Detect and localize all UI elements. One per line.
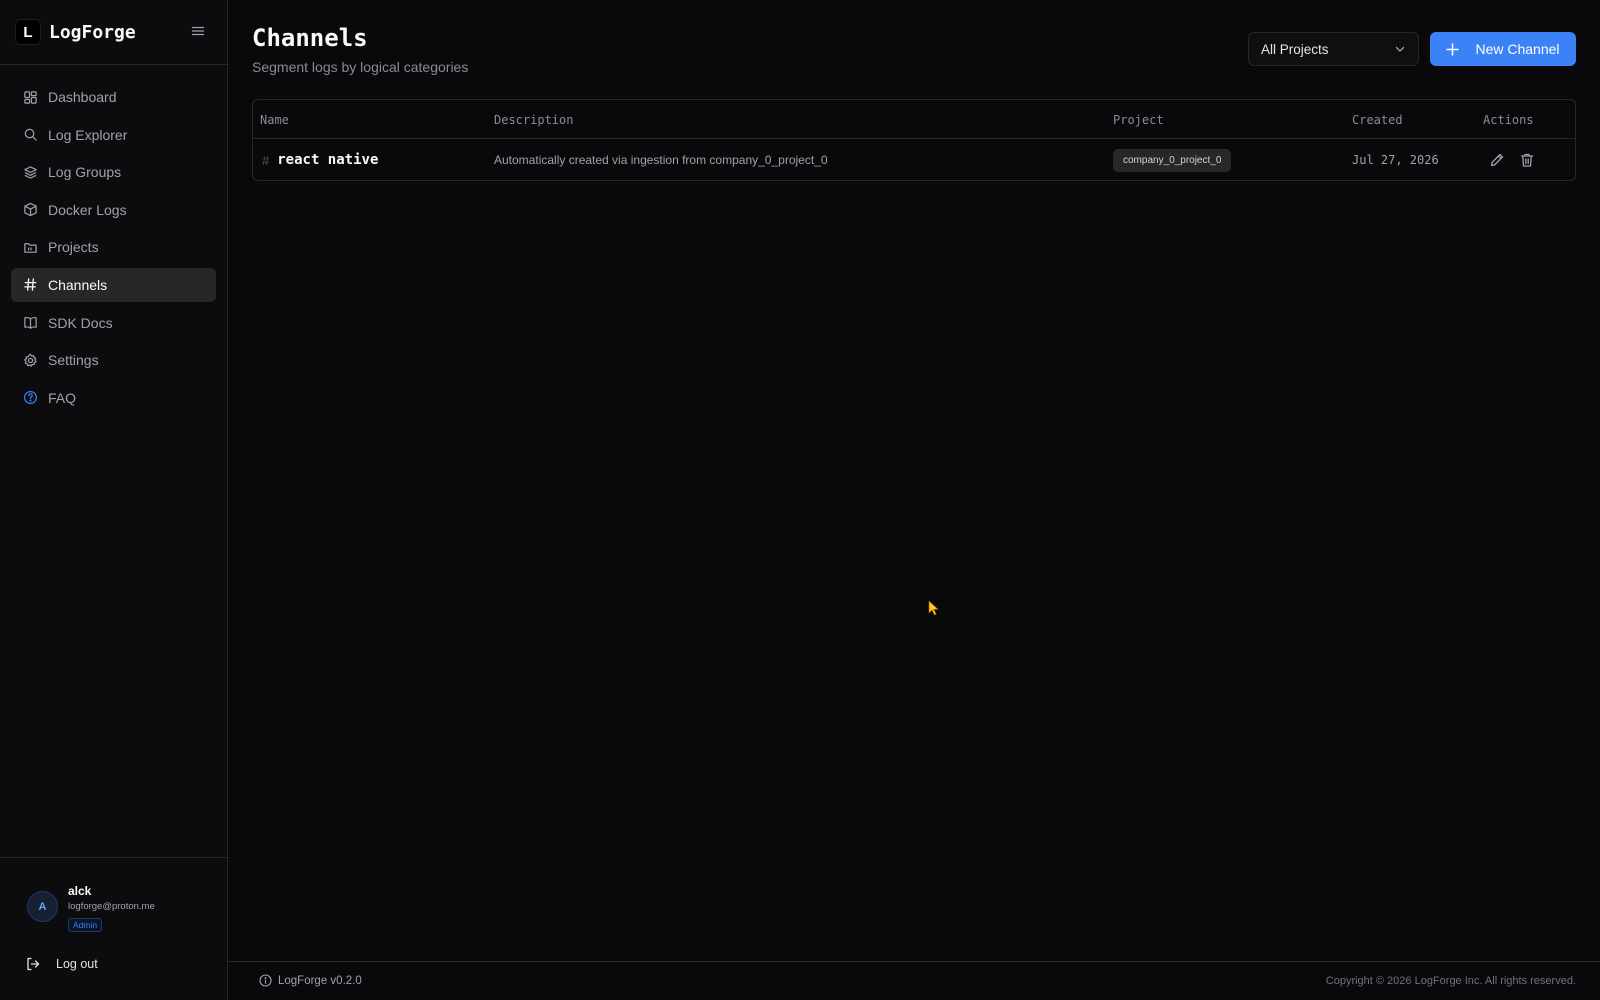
project-filter-value: All Projects: [1261, 41, 1329, 57]
trash-icon[interactable]: [1519, 152, 1535, 168]
table-header: Name Description Project Created Actions: [253, 100, 1575, 139]
page-subtitle: Segment logs by logical categories: [252, 59, 469, 75]
brand: L LogForge: [0, 0, 227, 65]
user-profile[interactable]: A alck logforge@proton.me Admin: [27, 884, 155, 933]
column-header-created: Created: [1352, 113, 1403, 127]
search-icon: [23, 127, 38, 142]
sidebar-item-label: Dashboard: [48, 89, 117, 105]
sidebar-item-label: SDK Docs: [48, 314, 113, 331]
channels-table: Name Description Project Created Actions…: [252, 99, 1576, 181]
project-badge: company_0_project_0: [1113, 148, 1232, 172]
copyright: Copyright © 2026 LogForge Inc. All right…: [1325, 975, 1576, 987]
dashboard-icon: [23, 90, 38, 105]
footer-version: LogForge v0.2.0: [259, 974, 362, 987]
logo-icon[interactable]: L: [15, 19, 41, 45]
channel-actions-cell: [1489, 139, 1505, 180]
page-title: Channels: [252, 24, 368, 52]
sidebar-item-label: Projects: [48, 239, 99, 256]
column-header-actions: Actions: [1483, 113, 1534, 127]
channel-description: Automatically created via ingestion from…: [494, 153, 828, 167]
version-label: LogForge v0.2.0: [278, 974, 362, 987]
project-filter-select[interactable]: All Projects: [1248, 32, 1419, 66]
new-channel-label: New Channel: [1475, 41, 1560, 57]
channel-created-cell: Jul 27, 2026: [1352, 139, 1439, 180]
box-icon: [23, 202, 38, 217]
book-icon: [23, 315, 38, 330]
help-circle-icon: [23, 390, 38, 405]
sidebar-item-label: Docker Logs: [48, 201, 127, 218]
new-channel-button[interactable]: New Channel: [1430, 32, 1576, 66]
folder-icon: [23, 240, 38, 255]
channel-created-date: Jul 27, 2026: [1352, 153, 1439, 167]
channel-description-cell: Automatically created via ingestion from…: [494, 139, 828, 180]
user-info: alck logforge@proton.me Admin: [68, 884, 155, 933]
logout-button[interactable]: Log out: [25, 956, 98, 972]
sidebar-item-label: Log Explorer: [48, 126, 128, 143]
sidebar-item-channels[interactable]: Channels: [11, 267, 216, 302]
sidebar-item-label: Log Groups: [48, 164, 122, 181]
column-header-description: Description: [494, 113, 574, 127]
layers-icon: [23, 165, 38, 180]
column-header-name: Name: [260, 113, 289, 127]
sidebar-item-faq[interactable]: FAQ: [11, 381, 216, 415]
hash-icon: [23, 277, 38, 292]
hash-icon: #: [262, 152, 270, 168]
logout-label: Log out: [56, 957, 98, 971]
sidebar-item-settings[interactable]: Settings: [11, 343, 216, 377]
info-icon: [259, 974, 272, 987]
logout-icon: [27, 957, 40, 971]
gear-icon: [23, 353, 38, 368]
sidebar-item-log-groups[interactable]: Log Groups: [11, 155, 216, 189]
sidebar-item-dashboard[interactable]: Dashboard: [11, 80, 216, 114]
channel-name[interactable]: react native: [277, 152, 378, 168]
channel-project-cell: company_0_project_0: [1113, 139, 1232, 180]
plus-icon: [1446, 42, 1460, 56]
sidebar-item-label: Settings: [48, 352, 99, 369]
channel-name-cell: # react native: [262, 139, 378, 180]
sidebar-item-label: Channels: [48, 276, 108, 293]
table-row[interactable]: # react native Automatically created via…: [253, 139, 1575, 180]
sidebar-item-label: FAQ: [48, 389, 77, 406]
user-name: alck: [68, 884, 92, 898]
sidebar: L LogForge Dashboard Log Explorer Log Gr…: [0, 0, 228, 1000]
sidebar-item-log-explorer[interactable]: Log Explorer: [11, 118, 216, 152]
user-panel: A alck logforge@proton.me Admin Log out: [0, 857, 227, 1000]
sidebar-item-docker-logs[interactable]: Docker Logs: [11, 193, 216, 227]
sidebar-item-projects[interactable]: Projects: [11, 230, 216, 264]
mouse-cursor-icon: [928, 600, 939, 616]
edit-icon[interactable]: [1489, 152, 1505, 168]
column-header-project: Project: [1113, 113, 1164, 127]
chevron-down-icon: [1395, 46, 1405, 52]
footer: LogForge v0.2.0 Copyright © 2026 LogForg…: [228, 961, 1600, 1000]
role-badge: Admin: [68, 918, 103, 932]
avatar[interactable]: A: [27, 891, 58, 922]
main-content: Channels Segment logs by logical categor…: [228, 0, 1600, 1000]
brand-name: LogForge: [49, 21, 136, 43]
channel-delete-cell: [1519, 139, 1535, 180]
user-email: logforge@proton.me: [68, 901, 155, 912]
sidebar-nav: Dashboard Log Explorer Log Groups Docker…: [0, 65, 227, 433]
menu-icon[interactable]: [191, 24, 205, 38]
sidebar-item-sdk-docs[interactable]: SDK Docs: [11, 306, 216, 340]
